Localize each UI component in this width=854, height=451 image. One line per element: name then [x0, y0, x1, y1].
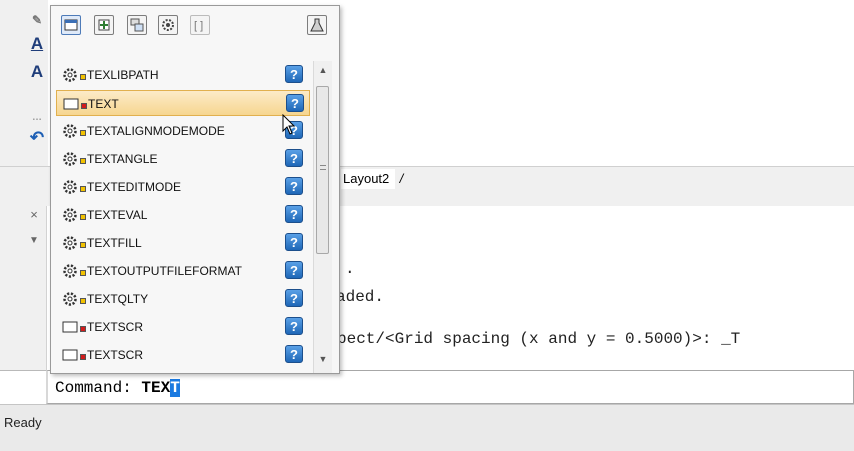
help-icon[interactable]: ? — [285, 345, 303, 363]
help-icon[interactable]: ? — [285, 233, 303, 251]
type-indicator-icon — [80, 158, 86, 164]
grip-icon — [320, 165, 326, 170]
type-indicator-icon — [81, 103, 87, 109]
autocomplete-item[interactable]: TEXTANGLE? — [56, 146, 310, 172]
autocomplete-item-label: TEXTQLTY — [87, 292, 149, 306]
tab-separator: / — [399, 171, 404, 186]
text-cursor-selection: T — [170, 379, 180, 397]
status-bar: Ready — [0, 404, 854, 451]
typed-text: TEX — [141, 379, 171, 397]
draw-tool-icon[interactable]: ✎ — [28, 10, 46, 30]
autocomplete-item[interactable]: TEXTOUTPUTFILEFORMAT? — [56, 258, 310, 284]
scroll-down-icon[interactable]: ▼ — [317, 354, 329, 366]
gear-icon — [62, 123, 78, 139]
layers-filter-icon[interactable] — [127, 15, 147, 35]
autocomplete-item[interactable]: TEXTEVAL? — [56, 202, 310, 228]
autocomplete-list: TEXLIBPATH? TEXT? TEXTALIGNMODEMODE? TEXTAN… — [51, 61, 313, 373]
tab-layout2-label: Layout2 — [343, 171, 390, 186]
autocomplete-filter-toolbar: [ ] — [51, 6, 339, 58]
gear-icon — [62, 207, 78, 223]
brackets-filter-icon[interactable]: [ ] — [190, 15, 210, 35]
autocomplete-item[interactable]: TEXTQLTY? — [56, 286, 310, 312]
commands-filter-icon[interactable] — [61, 15, 81, 35]
type-indicator-icon — [80, 242, 86, 248]
autocomplete-item[interactable]: TEXTSCR? — [56, 342, 310, 368]
autocomplete-item-label: TEXTSCR — [87, 348, 144, 362]
history-line: . — [345, 260, 355, 278]
status-text: Ready — [4, 415, 42, 430]
command-icon — [63, 96, 79, 112]
autocomplete-item-label: TEXT — [88, 97, 119, 111]
type-indicator-icon — [80, 130, 86, 136]
command-icon — [62, 347, 78, 363]
toolbar-separator: … — [32, 112, 42, 123]
help-icon[interactable]: ? — [285, 261, 303, 279]
system-variables-filter-icon[interactable] — [158, 15, 178, 35]
customize-icon[interactable]: ▼ — [28, 234, 40, 248]
text-icon[interactable]: A — [28, 62, 46, 82]
gear-icon — [62, 263, 78, 279]
autocomplete-item-label: TEXLIBPATH — [87, 68, 159, 82]
autocomplete-item-label: TEXTANGLE — [87, 152, 158, 166]
flask-icon[interactable] — [307, 15, 327, 35]
autocomplete-popup: [ ] TEXLIBPATH? TEXT? TEXTALIGNMODEMODE? TE… — [50, 5, 340, 374]
tab-layout2[interactable]: Layout2 / — [341, 169, 403, 189]
undo-icon[interactable]: ↶ — [28, 128, 46, 148]
command-input[interactable]: Command: TEXT — [55, 379, 180, 397]
type-indicator-icon — [80, 74, 86, 80]
command-window-side: × ▼ — [0, 206, 47, 370]
help-icon[interactable]: ? — [285, 289, 303, 307]
help-icon[interactable]: ? — [285, 317, 303, 335]
autocomplete-item-label: TEXTALIGNMODEMODE — [87, 124, 225, 138]
autocomplete-item-label: TEXTEDITMODE — [87, 180, 182, 194]
type-indicator-icon — [80, 354, 86, 360]
autocomplete-item[interactable]: TEXTFILL? — [56, 230, 310, 256]
gear-icon — [62, 67, 78, 83]
history-line: pect/<Grid spacing (x and y = 0.5000)>: … — [337, 330, 741, 348]
autocomplete-item[interactable]: TEXT? — [56, 90, 310, 116]
command-prompt: Command: — [55, 379, 142, 397]
type-indicator-icon — [80, 186, 86, 192]
help-icon[interactable]: ? — [285, 205, 303, 223]
type-indicator-icon — [80, 270, 86, 276]
gear-icon — [62, 151, 78, 167]
help-icon[interactable]: ? — [285, 149, 303, 167]
autocomplete-item-label: TEXTFILL — [87, 236, 142, 250]
close-icon[interactable]: × — [28, 208, 40, 222]
mouse-pointer-icon — [282, 114, 296, 135]
scrollbar[interactable]: ▲ ▼ — [313, 61, 332, 373]
command-line[interactable]: Command: TEXT — [46, 370, 854, 404]
text-style-icon[interactable]: A — [28, 34, 46, 54]
history-line: aded. — [336, 288, 385, 306]
autocomplete-item-label: TEXTEVAL — [87, 208, 148, 222]
scroll-up-icon[interactable]: ▲ — [317, 65, 329, 77]
autocomplete-item[interactable]: TEXTSCR? — [56, 314, 310, 340]
type-indicator-icon — [80, 214, 86, 220]
help-icon[interactable]: ? — [285, 65, 303, 83]
type-indicator-icon — [80, 298, 86, 304]
command-icon — [62, 319, 78, 335]
autocomplete-item[interactable]: TEXTEDITMODE? — [56, 174, 310, 200]
scroll-thumb[interactable] — [316, 86, 329, 254]
autocomplete-item[interactable]: TEXTALIGNMODEMODE? — [56, 118, 310, 144]
autocomplete-item-label: TEXTSCR — [87, 320, 144, 334]
gear-icon — [62, 291, 78, 307]
gear-icon — [62, 179, 78, 195]
autocomplete-item[interactable]: TEXLIBPATH? — [56, 62, 310, 88]
blocks-filter-icon[interactable] — [94, 15, 114, 35]
gear-icon — [62, 235, 78, 251]
autocomplete-item-label: TEXTOUTPUTFILEFORMAT — [87, 264, 242, 278]
help-icon[interactable]: ? — [286, 94, 304, 112]
type-indicator-icon — [80, 326, 86, 332]
svg-text:[ ]: [ ] — [194, 20, 203, 32]
help-icon[interactable]: ? — [285, 177, 303, 195]
